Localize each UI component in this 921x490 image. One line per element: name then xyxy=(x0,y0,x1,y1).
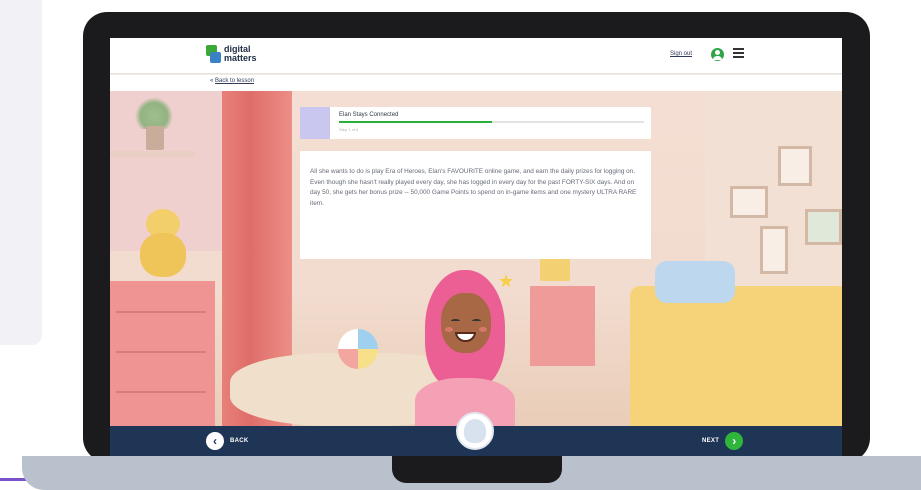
bed xyxy=(630,286,842,426)
story-text: All she wants to do is play Era of Heroe… xyxy=(310,168,637,207)
picture-frame xyxy=(805,209,842,245)
next-button[interactable]: NEXT › xyxy=(702,430,744,452)
navigation-footer: ‹ BACK NEXT › xyxy=(110,412,842,456)
plant xyxy=(135,97,173,129)
logo-text-line2: matters xyxy=(224,53,257,63)
pillow xyxy=(655,261,735,303)
avatar-icon xyxy=(464,419,486,443)
back-button[interactable]: ‹ BACK xyxy=(206,430,249,452)
character-avatar-button[interactable] xyxy=(456,412,494,450)
chevron-left-icon: ‹ xyxy=(206,432,224,450)
stage: digital matters Sign out « Back to lesso… xyxy=(0,0,921,490)
plant-pot xyxy=(146,126,164,150)
hamburger-menu-icon[interactable] xyxy=(733,48,744,59)
back-button-label: BACK xyxy=(230,438,249,444)
story-title-card: Elan Stays Connected Step 1 of 6 xyxy=(300,107,651,139)
back-to-lesson-label: Back to lesson xyxy=(215,78,255,84)
star-icon: ★ xyxy=(498,271,515,291)
story-text-card: All she wants to do is play Era of Heroe… xyxy=(300,151,651,259)
back-to-lesson-link[interactable]: « Back to lesson xyxy=(210,78,254,84)
progress-fill xyxy=(339,121,492,123)
back-arrow-icon: « xyxy=(210,78,214,84)
picture-frame xyxy=(778,146,812,186)
logo-mark-overlay xyxy=(210,52,221,63)
nightstand xyxy=(530,286,595,366)
laptop-screen: digital matters Sign out « Back to lesso… xyxy=(110,38,842,456)
beach-ball xyxy=(338,329,378,369)
story-thumbnail xyxy=(300,107,330,139)
breadcrumb-bar: « Back to lesson xyxy=(110,75,842,91)
chevron-right-icon: › xyxy=(725,432,744,450)
user-circle-icon[interactable] xyxy=(711,48,724,61)
shelf xyxy=(110,151,195,157)
step-label: Step 1 of 6 xyxy=(339,127,359,132)
laptop-notch xyxy=(392,456,562,483)
character-elan xyxy=(410,268,520,428)
teddy-bear xyxy=(134,209,190,277)
left-side-panel xyxy=(0,0,42,345)
picture-frame xyxy=(730,186,768,218)
character-face xyxy=(441,293,491,353)
story-title: Elan Stays Connected xyxy=(339,112,399,118)
app-header: digital matters Sign out xyxy=(110,38,842,74)
progress-track xyxy=(339,121,644,123)
next-button-label: NEXT xyxy=(702,438,720,444)
dresser xyxy=(110,281,215,426)
sign-out-link[interactable]: Sign out xyxy=(670,51,692,57)
digital-matters-logo[interactable]: digital matters xyxy=(206,43,276,69)
picture-frame xyxy=(760,226,788,274)
